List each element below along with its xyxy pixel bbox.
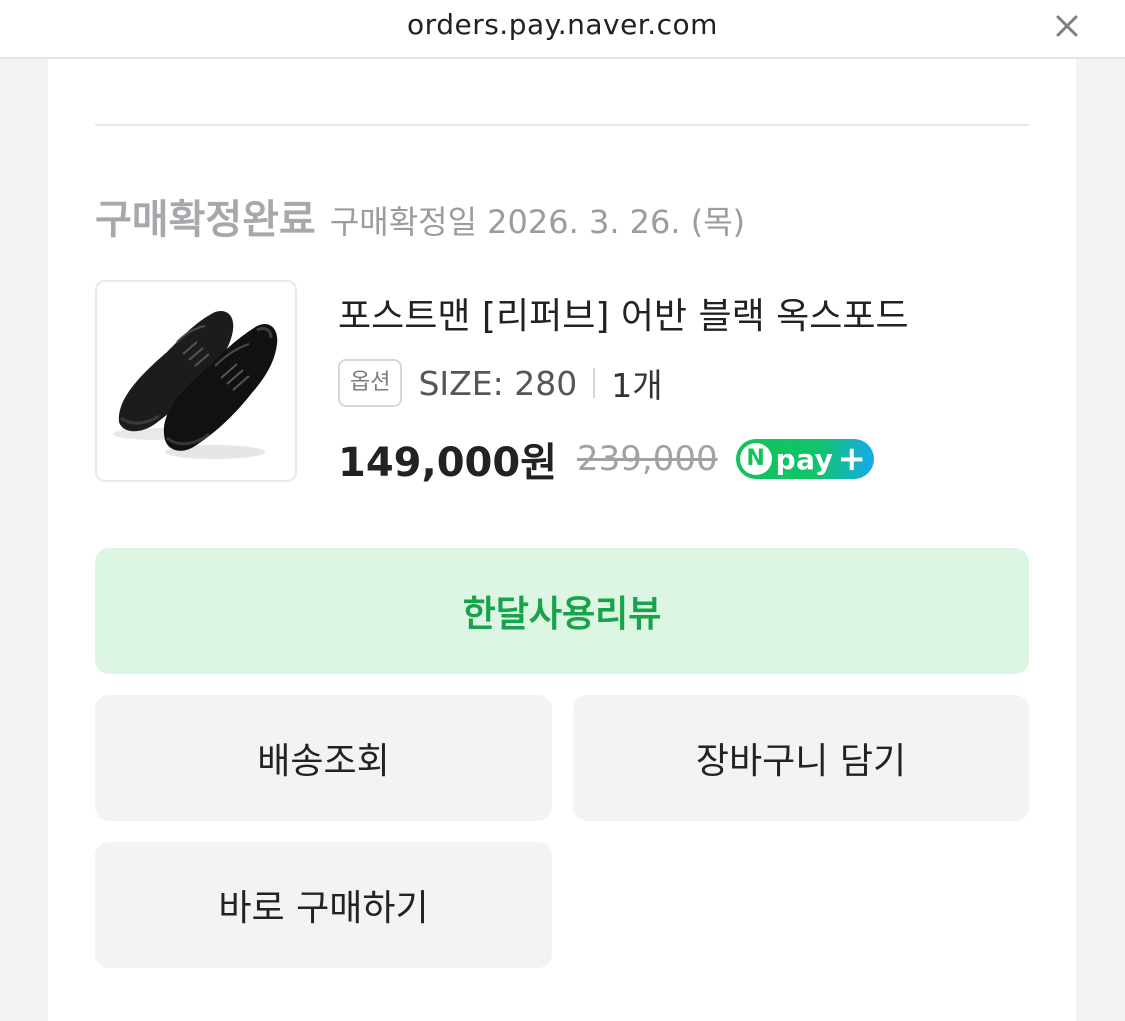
close-icon	[1056, 15, 1078, 37]
add-to-cart-button[interactable]: 장바구니 담기	[573, 695, 1029, 821]
quantity: 1개	[611, 366, 663, 405]
order-card: 구매확정완료 구매확정일 2026. 3. 26. (목) 포스트맨 [리퍼브] …	[48, 59, 1076, 1021]
price-row: 149,000원 239,000 N pay +	[338, 431, 874, 487]
divider	[95, 124, 1029, 126]
monthly-review-button[interactable]: 한달사용리뷰	[95, 548, 1029, 674]
order-status: 구매확정완료	[95, 197, 316, 243]
product-name[interactable]: 포스트맨 [리퍼브] 어반 블랙 옥스포드	[338, 287, 909, 339]
url-label: orders.pay.naver.com	[407, 8, 718, 41]
close-button[interactable]	[1049, 8, 1085, 44]
npay-plus-badge: N pay +	[735, 439, 874, 479]
plus-icon: +	[837, 439, 866, 479]
confirm-date: 구매확정일 2026. 3. 26. (목)	[329, 203, 746, 241]
track-delivery-button[interactable]: 배송조회	[95, 695, 552, 821]
npay-text: pay	[775, 442, 834, 476]
option-row: 옵션 SIZE: 280 1개	[338, 357, 663, 409]
product-thumbnail[interactable]	[95, 280, 297, 482]
original-price: 239,000	[577, 439, 718, 479]
option-badge: 옵션	[338, 359, 403, 407]
buy-now-button[interactable]: 바로 구매하기	[95, 842, 552, 968]
npay-n-icon: N	[739, 443, 772, 475]
option-separator	[593, 368, 596, 398]
black-oxford-shoes-image	[113, 310, 278, 459]
option-value: SIZE: 280	[418, 363, 578, 403]
browser-topbar: orders.pay.naver.com	[0, 0, 1125, 59]
sale-price: 149,000원	[338, 440, 557, 486]
order-status-line: 구매확정완료 구매확정일 2026. 3. 26. (목)	[95, 187, 745, 245]
